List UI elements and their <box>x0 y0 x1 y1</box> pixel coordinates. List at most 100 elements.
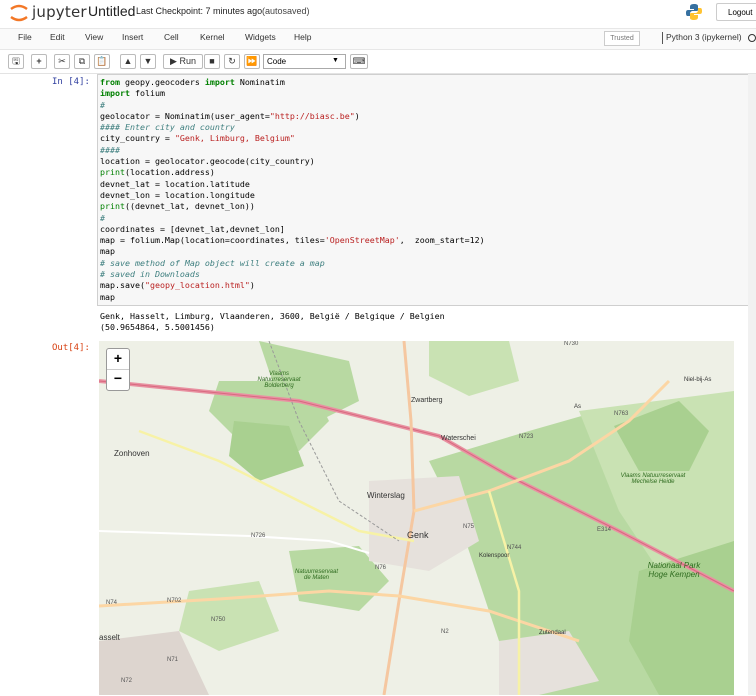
code-token: ) <box>249 280 255 291</box>
zoom-in-button[interactable]: + <box>107 349 129 370</box>
code-line: devnet_lon = location.longitude <box>100 190 485 201</box>
code-token: 'OpenStreetMap' <box>324 235 400 246</box>
autosave-status: (autosaved) <box>262 6 310 16</box>
copy-button[interactable]: ⧉ <box>74 54 90 69</box>
code-line: city_country = "Genk, Limburg, Belgium" <box>100 133 485 144</box>
code-token: # save method of Map object will create … <box>100 257 325 268</box>
map-label: Genk <box>407 530 429 540</box>
menu-file[interactable]: File <box>18 32 32 42</box>
command-palette-button[interactable]: ⌨ <box>350 54 368 69</box>
menu-widgets[interactable]: Widgets <box>245 32 276 42</box>
code-token: Nominatim <box>234 77 285 87</box>
paste-button[interactable]: 📋 <box>94 54 110 69</box>
insert-cell-button[interactable]: + <box>31 54 47 69</box>
menu-cell[interactable]: Cell <box>164 32 179 42</box>
menu-edit[interactable]: Edit <box>50 32 65 42</box>
code-token: # <box>100 99 105 110</box>
code-line: map.save("geopy_location.html") <box>100 280 485 291</box>
paste-icon: 📋 <box>96 56 108 66</box>
kernel-name[interactable]: Python 3 (ipykernel) <box>666 32 742 42</box>
kernel-status-icon <box>748 34 756 42</box>
road-label: N730 <box>564 341 579 347</box>
jupyter-logo-text[interactable]: jupyter <box>32 3 87 21</box>
trusted-indicator[interactable]: Trusted <box>604 31 640 46</box>
code-token: #### <box>100 144 120 155</box>
menu-insert[interactable]: Insert <box>122 32 143 42</box>
menu-view[interactable]: View <box>85 32 103 42</box>
road-label: N71 <box>167 657 179 663</box>
map-tiles[interactable] <box>99 341 734 695</box>
map-view[interactable]: Zonhoven Zwartberg Waterschei Winterslag… <box>99 341 734 695</box>
code-line: map = folium.Map(location=coordinates, t… <box>100 235 485 246</box>
move-up-button[interactable]: ▲ <box>120 54 136 69</box>
restart-run-all-button[interactable]: ⏩ <box>244 54 260 69</box>
code-line: map <box>100 246 485 257</box>
road-label: N76 <box>375 565 387 571</box>
map-label: Niel-bij-As <box>684 377 712 383</box>
cell-stdout: Genk, Hasselt, Limburg, Vlaanderen, 3600… <box>100 311 445 333</box>
code-token: # <box>100 212 105 223</box>
interrupt-button[interactable]: ■ <box>204 54 220 69</box>
restart-icon: ↻ <box>228 56 236 66</box>
code-block[interactable]: from geopy.geocoders import Nominatim imp… <box>100 77 485 303</box>
python-logo-icon <box>686 4 702 20</box>
code-line: #### <box>100 145 485 156</box>
zoom-out-button[interactable]: − <box>107 369 129 389</box>
code-line: import folium <box>100 88 485 99</box>
code-token: map <box>100 291 115 302</box>
checkpoint-status: Last Checkpoint: 7 minutes ago <box>136 6 263 16</box>
code-token: import <box>204 77 235 87</box>
stdout-line: (50.9654864, 5.5001456) <box>100 322 215 332</box>
code-line: devnet_lat = location.latitude <box>100 179 485 190</box>
input-prompt: In [4]: <box>52 77 90 87</box>
run-button[interactable]: ▶ Run <box>163 54 203 69</box>
map-label: As <box>574 404 582 410</box>
notebook-scrollbar[interactable] <box>748 74 756 695</box>
road-label: E314 <box>597 527 612 533</box>
map-zoom-control: + − <box>106 348 130 391</box>
code-token: folium <box>129 88 165 99</box>
code-line: # <box>100 100 485 111</box>
road-label: N750 <box>211 617 226 623</box>
logout-button[interactable]: Logout <box>716 3 756 21</box>
code-token: import <box>100 88 130 99</box>
code-token: map <box>100 246 115 257</box>
move-down-button[interactable]: ▼ <box>140 54 156 69</box>
map-label: Nationaal Park Hoge Kempen <box>647 561 701 579</box>
menu-help[interactable]: Help <box>294 32 311 42</box>
menu-kernel[interactable]: Kernel <box>200 32 225 42</box>
road-label: N75 <box>463 524 475 530</box>
menu-bar: File Edit View Insert Cell Kernel Widget… <box>0 28 756 50</box>
code-token: geolocator = Nominatim(user_agent= <box>100 110 270 121</box>
code-token: # saved in Downloads <box>100 269 200 280</box>
code-line: map <box>100 292 485 303</box>
save-icon: 🖫 <box>12 56 20 66</box>
code-token: print <box>100 167 125 178</box>
map-label: Zutendaal <box>539 630 566 636</box>
code-token: map = folium.Map(location=coordinates, t… <box>100 235 325 246</box>
code-line: # save method of Map object will create … <box>100 258 485 269</box>
restart-button[interactable]: ↻ <box>224 54 240 69</box>
keyboard-icon: ⌨ <box>352 56 366 66</box>
run-label: Run <box>179 56 196 66</box>
code-token: (location.address) <box>124 167 215 178</box>
code-token: "http://biasc.be" <box>269 110 355 121</box>
map-label: Vlaams Natuurreservaat Bolderberg <box>257 371 301 389</box>
down-arrow-icon: ▼ <box>143 56 153 66</box>
cut-button[interactable]: ✂ <box>54 54 70 69</box>
road-label: N72 <box>121 678 133 684</box>
code-line: print(location.address) <box>100 167 485 178</box>
output-prompt: Out[4]: <box>52 343 90 353</box>
code-token: devnet_lat = location.latitude <box>100 178 250 189</box>
map-label: Natuurreservaat de Maten <box>294 569 339 581</box>
copy-icon: ⧉ <box>78 56 86 66</box>
code-token: ) <box>354 110 360 121</box>
road-label: N744 <box>507 545 522 551</box>
code-token: city_country = <box>100 133 175 144</box>
code-line: coordinates = [devnet_lat,devnet_lon] <box>100 224 485 235</box>
notebook-name[interactable]: Untitled <box>88 3 135 19</box>
jupyter-logo-icon[interactable] <box>8 3 30 23</box>
map-label: Vlaams Natuurreservaat Mechelse Heide <box>620 473 686 485</box>
road-label: N2 <box>441 629 449 635</box>
save-button[interactable]: 🖫 <box>8 54 24 69</box>
